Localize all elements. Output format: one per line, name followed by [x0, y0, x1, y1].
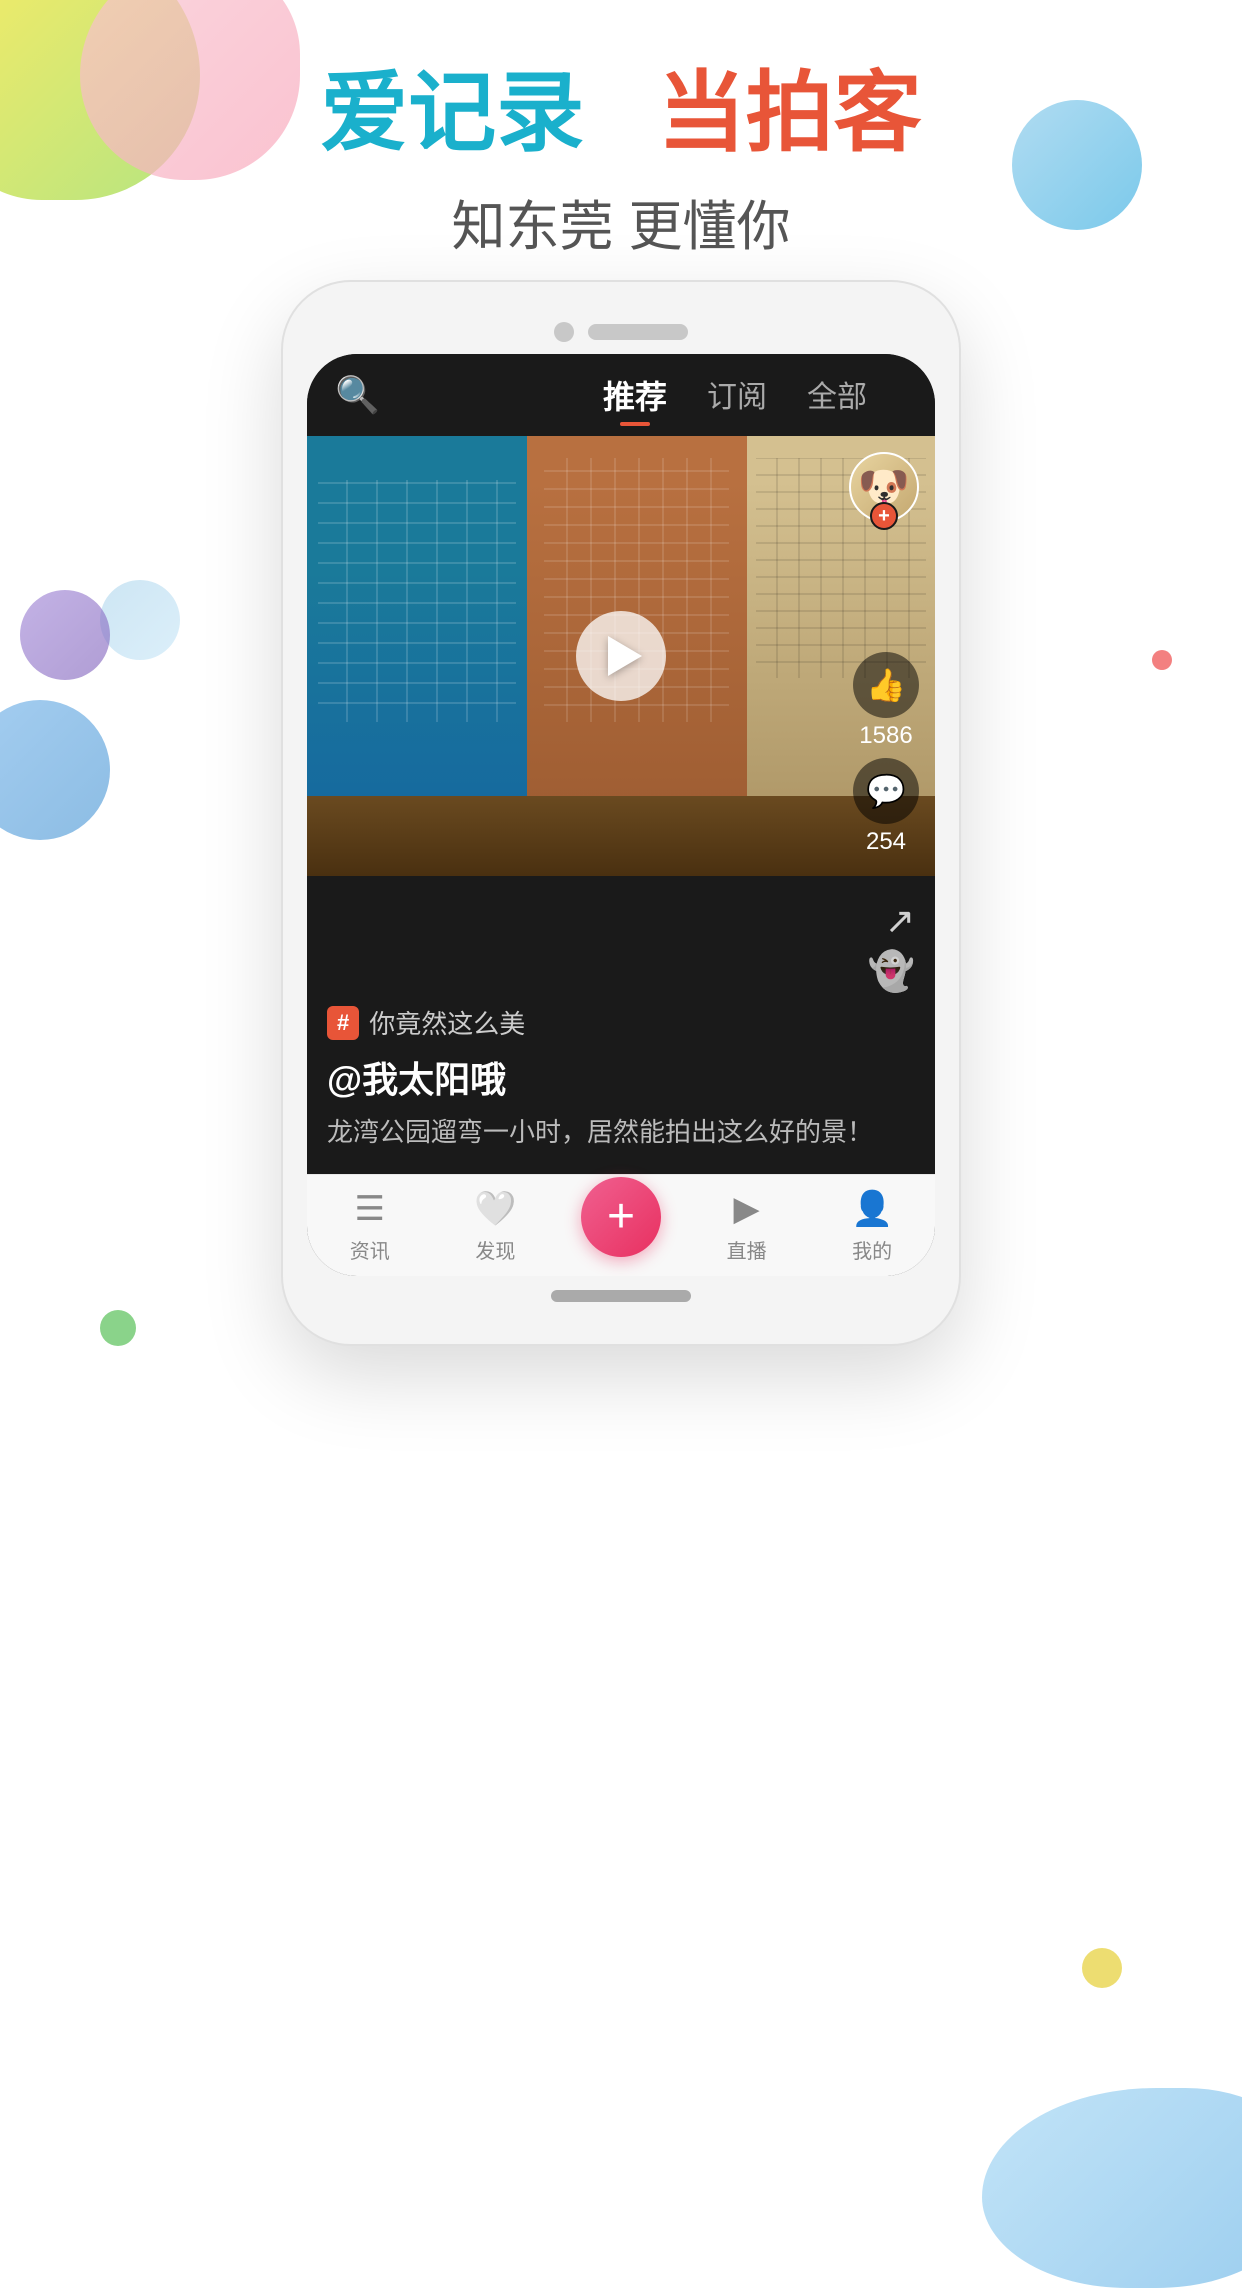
live-label: 直播: [727, 1235, 767, 1264]
play-button[interactable]: [576, 611, 666, 701]
like-count: 1586: [859, 722, 912, 750]
content-area: ↗ 👻 # 你竟然这么美 @我太阳哦 龙湾公园遛弯一小时，居然能拍出这么好的景！: [307, 876, 935, 1174]
like-action[interactable]: 👍 1586: [853, 652, 919, 750]
tab-news[interactable]: ☰ 资讯: [307, 1189, 433, 1264]
live-icon: ▶: [734, 1189, 760, 1229]
app-navbar: 🔍 推荐 订阅 全部: [307, 354, 935, 436]
tag-badge[interactable]: #: [327, 1006, 359, 1040]
phone-speaker: [588, 324, 688, 340]
discover-icon: 🤍: [474, 1189, 516, 1229]
tab-live[interactable]: ▶ 直播: [684, 1189, 810, 1264]
video-avatar[interactable]: 🐶 +: [849, 452, 919, 522]
video-area: 🐶 + 👍 1586 💬 254: [307, 436, 935, 876]
ghost-icon-row: 👻: [327, 950, 915, 1004]
header-section: 爱记录 当拍客 知东莞 更懂你: [0, 60, 1242, 261]
blob-blue-left: [0, 700, 110, 840]
news-label: 资讯: [350, 1235, 390, 1264]
share-row: ↗: [327, 892, 915, 950]
tag-text: 你竟然这么美: [369, 1004, 525, 1041]
tab-mine[interactable]: 👤 我的: [809, 1189, 935, 1264]
header-title: 爱记录 当拍客: [0, 60, 1242, 166]
discover-label: 发现: [475, 1235, 515, 1264]
author-name[interactable]: @我太阳哦: [327, 1051, 915, 1103]
home-bar: [551, 1290, 691, 1302]
ground-deck: [307, 796, 935, 876]
like-icon[interactable]: 👍: [853, 652, 919, 718]
tag-row: # 你竟然这么美: [327, 1004, 915, 1041]
news-icon: ☰: [355, 1189, 385, 1229]
search-icon[interactable]: 🔍: [335, 374, 380, 416]
tab-subscribed[interactable]: 订阅: [707, 372, 767, 418]
phone-outer: 🔍 推荐 订阅 全部: [281, 280, 961, 1346]
header-title-blue: 爱记录: [320, 63, 584, 162]
tab-discover[interactable]: 🤍 发现: [433, 1189, 559, 1264]
comment-action[interactable]: 💬 254: [853, 758, 919, 856]
mine-icon: 👤: [851, 1189, 893, 1229]
blob-blue-bottom: [982, 2088, 1242, 2288]
blob-green-dot: [100, 1310, 136, 1346]
comment-icon[interactable]: 💬: [853, 758, 919, 824]
add-button[interactable]: +: [581, 1177, 661, 1257]
header-title-red: 当拍客: [658, 63, 922, 162]
play-triangle-icon: [608, 636, 642, 676]
video-sidebar: 👍 1586 💬 254: [853, 652, 919, 856]
nav-tabs: 推荐 订阅 全部: [603, 372, 867, 418]
video-description: 龙湾公园遛弯一小时，居然能拍出这么好的景！: [327, 1113, 915, 1152]
phone-mockup: 🔍 推荐 订阅 全部: [281, 280, 961, 1346]
phone-inner: 🔍 推荐 订阅 全部: [307, 354, 935, 1276]
blob-purple: [20, 590, 110, 680]
blob-red-dot: [1152, 650, 1172, 670]
comment-count: 254: [866, 828, 906, 856]
bottom-tabbar: ☰ 资讯 🤍 发现 + ▶ 直播 👤 我的: [307, 1174, 935, 1276]
ghost-icon[interactable]: 👻: [868, 950, 915, 994]
header-subtitle: 知东莞 更懂你: [0, 182, 1242, 261]
mine-label: 我的: [852, 1235, 892, 1264]
tab-all[interactable]: 全部: [807, 372, 867, 418]
tab-add[interactable]: +: [558, 1197, 684, 1257]
phone-topbar: [307, 306, 935, 354]
share-button[interactable]: ↗: [885, 900, 915, 942]
blob-blue-small: [100, 580, 180, 660]
phone-camera: [554, 322, 574, 342]
tab-recommended[interactable]: 推荐: [603, 372, 667, 418]
blob-yellow-dot: [1082, 1948, 1122, 1988]
follow-plus-badge[interactable]: +: [870, 502, 898, 530]
phone-home-indicator: [307, 1276, 935, 1320]
